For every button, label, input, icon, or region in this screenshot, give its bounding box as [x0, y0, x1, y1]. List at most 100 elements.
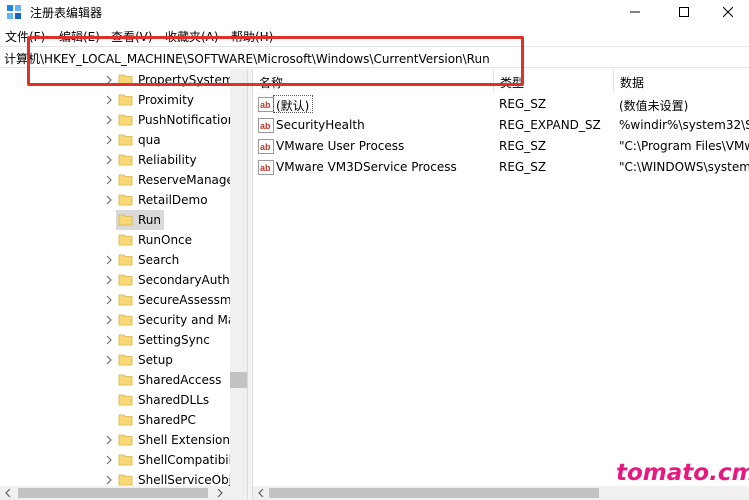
- tree-item[interactable]: Run: [0, 210, 230, 230]
- menu-edit[interactable]: 编辑(E): [59, 28, 100, 45]
- address-path[interactable]: 计算机\HKEY_LOCAL_MACHINE\SOFTWARE\Microsof…: [4, 50, 490, 67]
- value-data: "C:\Program Files\VMware\VMware Tools\vm…: [619, 139, 749, 153]
- chevron-right-icon[interactable]: [104, 295, 114, 305]
- tree-item-label: RunOnce: [138, 233, 193, 247]
- folder-icon: [118, 254, 133, 266]
- scroll-right-icon[interactable]: [216, 489, 224, 497]
- tree-scroll-thumb[interactable]: [230, 372, 247, 388]
- svg-text:ab: ab: [260, 121, 271, 131]
- tree-item[interactable]: RetailDemo: [0, 190, 230, 210]
- chevron-right-icon[interactable]: [104, 75, 114, 85]
- menu-view[interactable]: 查看(V): [111, 28, 153, 45]
- value-row[interactable]: ab (默认) REG_SZ (数值未设置): [253, 94, 749, 115]
- minimize-button[interactable]: [612, 0, 658, 24]
- folder-icon: [118, 274, 133, 286]
- folder-icon: [118, 134, 133, 146]
- chevron-right-icon[interactable]: [104, 275, 114, 285]
- chevron-right-icon[interactable]: [104, 255, 114, 265]
- tree-item-label: Security and Maintenance: [138, 313, 230, 327]
- tree-item[interactable]: RunOnce: [0, 230, 230, 250]
- column-header-data[interactable]: 数据: [614, 69, 749, 93]
- value-type: REG_SZ: [499, 97, 547, 111]
- window-title: 注册表编辑器: [30, 6, 103, 20]
- value-row[interactable]: ab SecurityHealth REG_EXPAND_SZ %windir%\sy…: [253, 115, 749, 136]
- tree-item[interactable]: Reliability: [0, 150, 230, 170]
- menu-help[interactable]: 帮助(H): [231, 28, 273, 45]
- tree-item[interactable]: SecureAssessment: [0, 290, 230, 310]
- tree-item-label: Search: [138, 253, 180, 267]
- address-bar[interactable]: 计算机\HKEY_LOCAL_MACHINE\SOFTWARE\Microsof…: [0, 46, 749, 68]
- tree-item[interactable]: qua: [0, 130, 230, 150]
- tree-item-label: Reliability: [138, 153, 197, 167]
- value-row[interactable]: ab VMware VM3DService Process REG_SZ "C:\WI…: [253, 157, 749, 178]
- tree-item-label: RetailDemo: [138, 193, 208, 207]
- tree-item[interactable]: PushNotifications: [0, 110, 230, 130]
- tree-item[interactable]: Proximity: [0, 90, 230, 110]
- folder-icon: [118, 214, 133, 226]
- maximize-icon: [679, 7, 689, 17]
- menu-favorites[interactable]: 收藏夹(A): [165, 28, 219, 45]
- value-type: REG_SZ: [499, 160, 547, 174]
- list-hscroll-thumb[interactable]: [269, 488, 599, 498]
- chevron-right-icon[interactable]: [104, 335, 114, 345]
- regedit-icon: [7, 5, 21, 19]
- maximize-button[interactable]: [661, 0, 707, 24]
- tree-item[interactable]: Security and Maintenance: [0, 310, 230, 330]
- tree-item[interactable]: SharedAccess: [0, 370, 230, 390]
- tree-item[interactable]: ShellCompatibility: [0, 450, 230, 470]
- tree-hscroll-thumb[interactable]: [18, 488, 208, 498]
- tree-horizontal-scrollbar[interactable]: [0, 486, 230, 500]
- chevron-right-icon[interactable]: [104, 115, 114, 125]
- tree-item[interactable]: ReserveManager: [0, 170, 230, 190]
- value-name: VMware VM3DService Process: [276, 160, 457, 174]
- tree-item-label: SecureAssessment: [138, 293, 230, 307]
- value-data: (数值未设置): [619, 99, 689, 113]
- menu-bar: 文件(F) 编辑(E) 查看(V) 收藏夹(A) 帮助(H): [0, 24, 749, 46]
- tree-vertical-scrollbar[interactable]: [230, 69, 247, 500]
- menu-file[interactable]: 文件(F): [5, 28, 45, 45]
- folder-icon: [118, 154, 133, 166]
- string-value-icon: ab: [258, 139, 274, 154]
- value-list[interactable]: 名称 类型 数据 ab (默认) REG_SZ (数值未设置) ab SecurityHe…: [253, 69, 749, 500]
- tree-item-label: Setup: [138, 353, 173, 367]
- tree-item-label: SharedDLLs: [138, 393, 210, 407]
- svg-text:ab: ab: [260, 142, 271, 152]
- chevron-right-icon[interactable]: [104, 435, 114, 445]
- tree-item-label: Run: [138, 213, 162, 227]
- scroll-left-icon[interactable]: [4, 489, 12, 497]
- folder-icon: [118, 174, 133, 186]
- tree-item[interactable]: SettingSync: [0, 330, 230, 350]
- chevron-right-icon[interactable]: [104, 475, 114, 485]
- chevron-right-icon[interactable]: [104, 455, 114, 465]
- value-type: REG_SZ: [499, 139, 547, 153]
- tree-item[interactable]: Setup: [0, 350, 230, 370]
- chevron-right-icon[interactable]: [104, 355, 114, 365]
- chevron-right-icon[interactable]: [104, 195, 114, 205]
- tree-item[interactable]: PropertySystem: [0, 70, 230, 90]
- list-horizontal-scrollbar[interactable]: [253, 486, 749, 500]
- tree-item[interactable]: SharedPC: [0, 410, 230, 430]
- value-name: (默认): [276, 99, 310, 113]
- column-header-name[interactable]: 名称: [253, 69, 494, 93]
- chevron-right-icon[interactable]: [104, 95, 114, 105]
- key-tree[interactable]: PropertySystem Proximity PushNotifications…: [0, 69, 247, 500]
- chevron-right-icon[interactable]: [104, 315, 114, 325]
- close-button[interactable]: [705, 0, 749, 24]
- folder-icon: [118, 434, 133, 446]
- folder-icon: [118, 414, 133, 426]
- tree-item[interactable]: Shell Extensions: [0, 430, 230, 450]
- scroll-left-icon[interactable]: [257, 489, 265, 497]
- chevron-right-icon[interactable]: [104, 135, 114, 145]
- chevron-right-icon[interactable]: [104, 175, 114, 185]
- column-header-type[interactable]: 类型: [494, 69, 614, 93]
- folder-icon: [118, 94, 133, 106]
- tree-item[interactable]: SecondaryAuthFactor: [0, 270, 230, 290]
- value-row[interactable]: ab VMware User Process REG_SZ "C:\Program F…: [253, 136, 749, 157]
- chevron-right-icon[interactable]: [104, 155, 114, 165]
- tree-item[interactable]: SharedDLLs: [0, 390, 230, 410]
- tree-item-label: PushNotifications: [138, 113, 230, 127]
- tree-item[interactable]: Search: [0, 250, 230, 270]
- watermark: tomato.cm: [616, 460, 749, 486]
- string-value-icon: ab: [258, 97, 274, 112]
- folder-icon: [118, 74, 133, 86]
